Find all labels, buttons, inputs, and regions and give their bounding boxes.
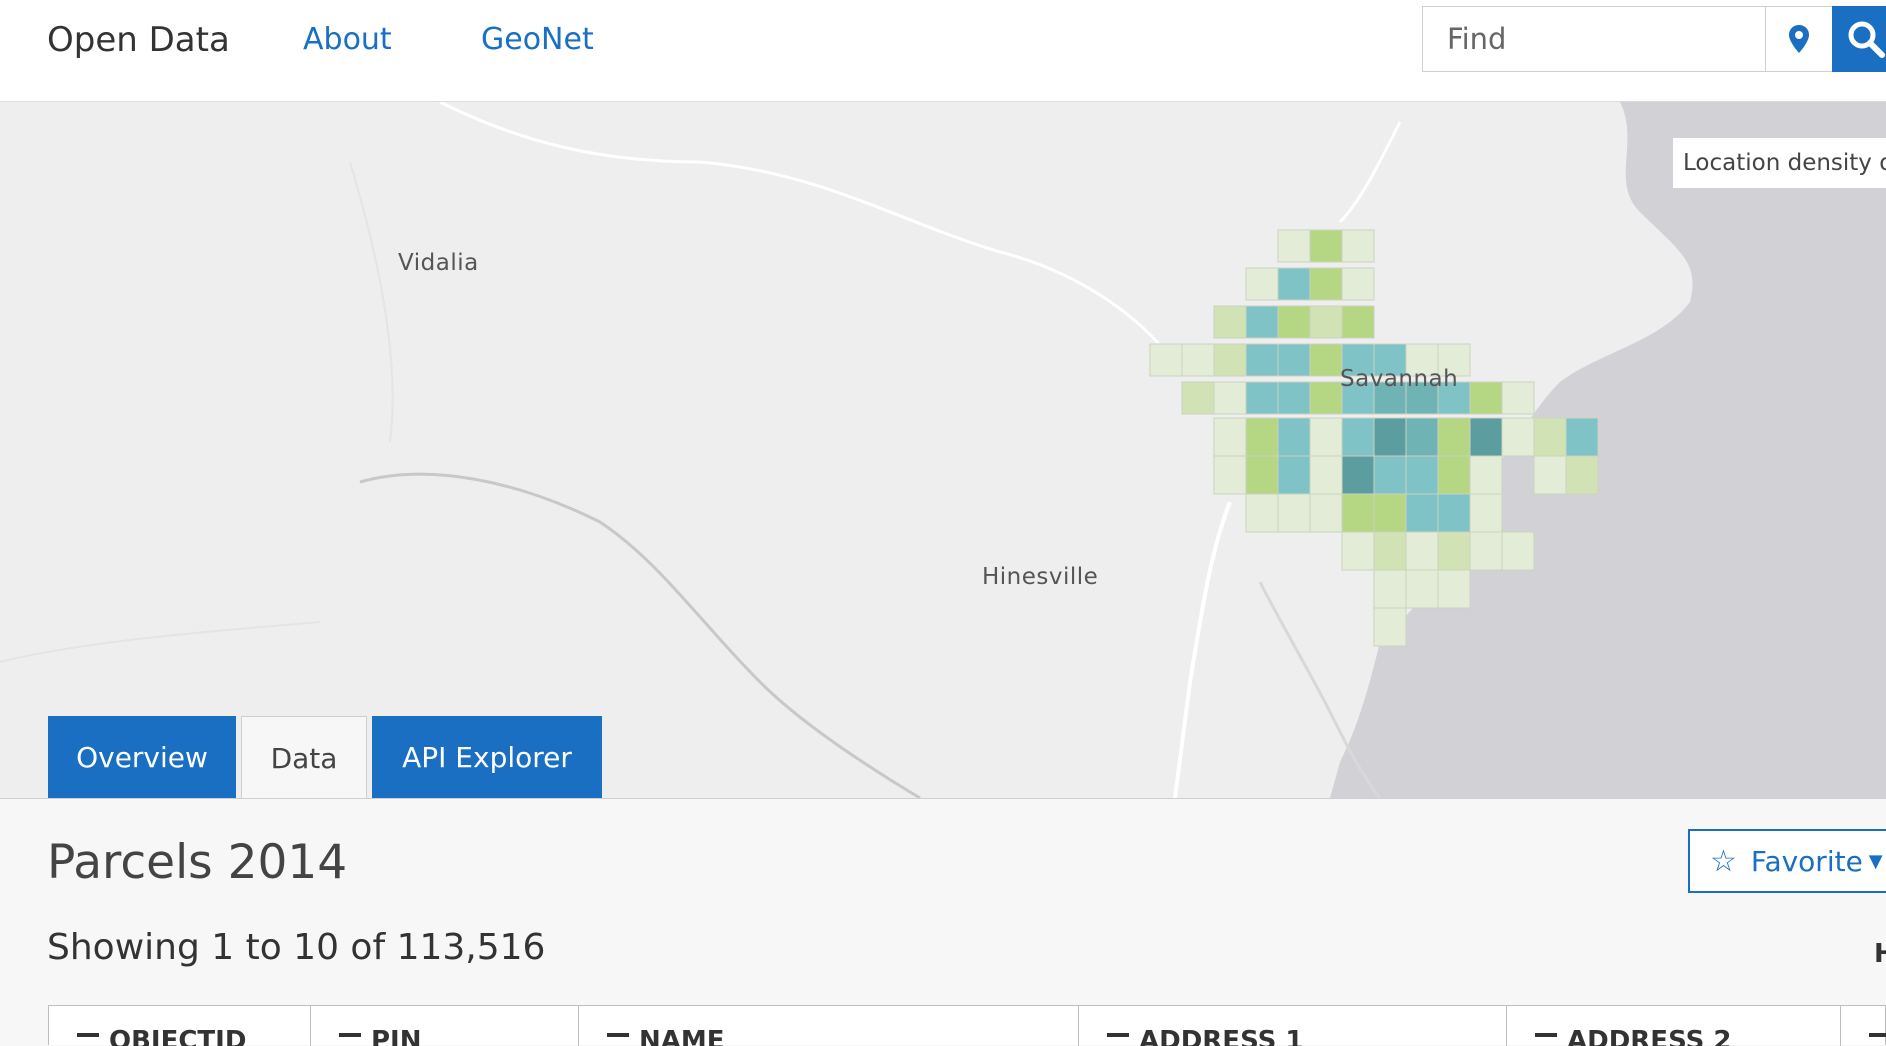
map-basemap bbox=[0, 102, 1886, 798]
column-header-objectid[interactable]: OBJECTID bbox=[49, 1006, 311, 1046]
tab-data[interactable]: Data bbox=[241, 716, 367, 799]
map-pin-icon bbox=[1789, 25, 1809, 53]
search-icon bbox=[1848, 21, 1885, 58]
chevron-down-icon: ▼ bbox=[1868, 850, 1883, 872]
search-input[interactable] bbox=[1423, 7, 1765, 71]
tab-overview[interactable]: Overview bbox=[48, 716, 236, 798]
tab-api-explorer[interactable]: API Explorer bbox=[372, 716, 602, 798]
column-header-pin[interactable]: PIN bbox=[311, 1006, 579, 1046]
favorite-button[interactable]: ☆ Favorite ▼ bbox=[1688, 829, 1886, 893]
map-label-savannah: Savannah bbox=[1340, 366, 1459, 392]
nav-link-geonet[interactable]: GeoNet bbox=[481, 22, 594, 57]
star-icon: ☆ bbox=[1710, 843, 1737, 879]
search-button[interactable] bbox=[1832, 6, 1886, 72]
column-header-more[interactable] bbox=[1841, 1006, 1886, 1046]
nav-link-about[interactable]: About bbox=[303, 22, 392, 57]
column-header-name[interactable]: NAME bbox=[579, 1006, 1079, 1046]
map-label-vidalia: Vidalia bbox=[398, 250, 479, 276]
column-header-address-1[interactable]: ADDRESS 1 bbox=[1079, 1006, 1507, 1046]
favorite-label: Favorite bbox=[1750, 844, 1863, 878]
site-title[interactable]: Open Data bbox=[47, 20, 230, 60]
table-header: OBJECTID PIN NAME ADDRESS 1 ADDRESS 2 bbox=[48, 1005, 1886, 1046]
record-count: Showing 1 to 10 of 113,516 bbox=[47, 927, 546, 968]
column-header-address-2[interactable]: ADDRESS 2 bbox=[1507, 1006, 1841, 1046]
map-legend: Location density o bbox=[1673, 138, 1886, 188]
top-navigation: Open Data About GeoNet bbox=[0, 0, 1886, 102]
locate-button[interactable] bbox=[1765, 7, 1832, 71]
search-box bbox=[1422, 6, 1866, 72]
map-view[interactable]: Vidalia Savannah Hinesville Location den… bbox=[0, 102, 1886, 798]
page-title: Parcels 2014 bbox=[47, 835, 348, 890]
dataset-content: Parcels 2014 Showing 1 to 10 of 113,516 … bbox=[0, 798, 1886, 1046]
map-label-hinesville: Hinesville bbox=[982, 564, 1099, 590]
truncated-text: H bbox=[1874, 939, 1886, 969]
